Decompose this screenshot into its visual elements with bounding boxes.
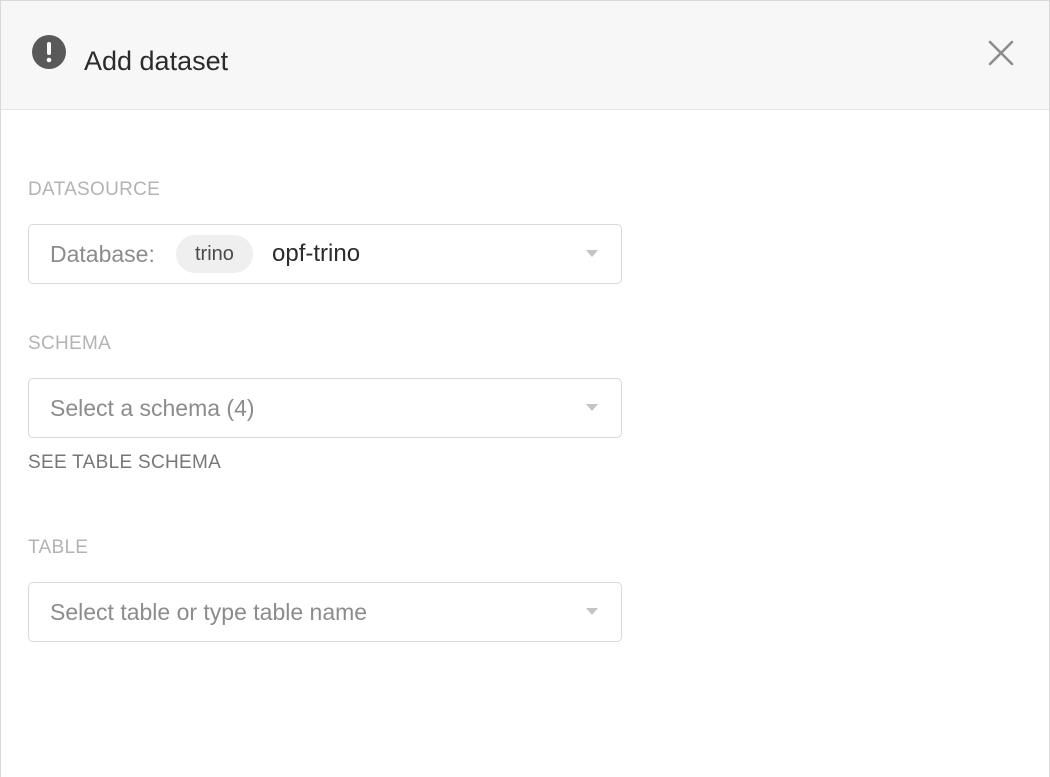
schema-select[interactable]: Select a schema (4) xyxy=(28,378,622,438)
database-prefix: Database: xyxy=(50,241,155,267)
database-backend-tag: trino xyxy=(176,235,253,273)
add-dataset-modal: Add dataset DATASOURCE Database: trino o… xyxy=(0,0,1050,777)
schema-label: SCHEMA xyxy=(28,333,112,354)
datasource-label: DATASOURCE xyxy=(28,179,161,200)
exclamation-circle-icon xyxy=(32,35,66,69)
database-name: opf-trino xyxy=(272,240,361,267)
table-select[interactable]: Select table or type table name xyxy=(28,582,622,642)
table-label: TABLE xyxy=(28,537,89,558)
close-icon[interactable] xyxy=(983,35,1019,71)
schema-placeholder: Select a schema (4) xyxy=(50,395,255,421)
see-table-schema-link[interactable]: SEE TABLE SCHEMA xyxy=(28,452,221,474)
caret-down-icon xyxy=(586,250,598,257)
caret-down-icon xyxy=(586,404,598,411)
table-placeholder: Select table or type table name xyxy=(50,599,368,625)
modal-header: Add dataset xyxy=(1,1,1049,110)
database-select[interactable]: Database: trino opf-trino xyxy=(28,224,622,284)
modal-title: Add dataset xyxy=(84,46,229,76)
caret-down-icon xyxy=(586,608,598,615)
